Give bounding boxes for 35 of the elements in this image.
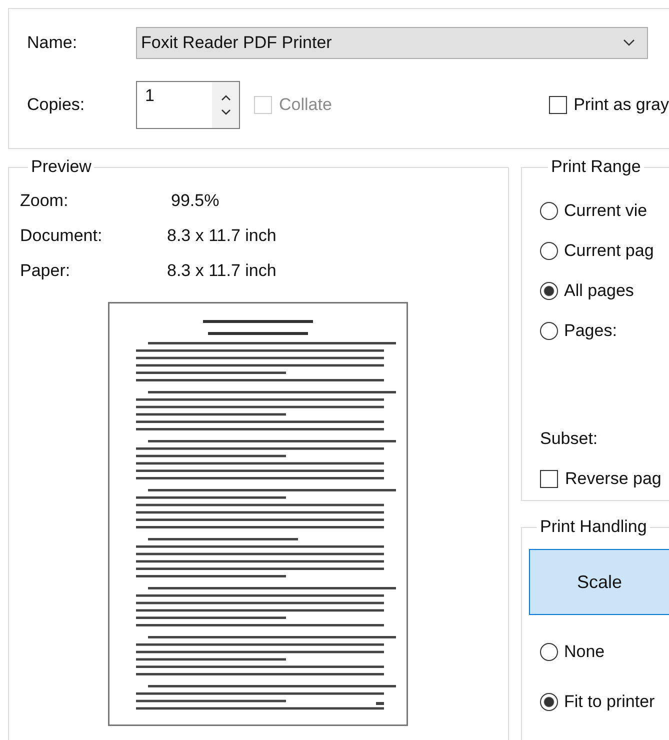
radio-label: All pages [564, 281, 634, 301]
radio-label: Fit to printer [564, 692, 655, 712]
radio-button[interactable] [540, 242, 558, 260]
copies-field[interactable]: 1 [136, 81, 240, 129]
radio-label: Pages: [564, 321, 617, 341]
copies-label: Copies: [27, 95, 86, 115]
radio-button[interactable] [540, 643, 558, 661]
radio-label: None [564, 642, 605, 662]
reverse-pages-checkbox[interactable] [540, 470, 558, 488]
name-label: Name: [27, 33, 78, 53]
group-title: Print Range [550, 157, 642, 177]
radio-label: Current pag [564, 241, 654, 261]
chevron-down-icon [623, 39, 635, 47]
radio-button[interactable] [540, 282, 558, 300]
info-label: Document: [20, 226, 104, 247]
info-value: 99.5% [171, 191, 220, 212]
info-value: 8.3 x 11.7 inch [167, 261, 276, 282]
monochrome-print-label: Print as gray [574, 95, 669, 115]
group-title: Preview [30, 157, 92, 177]
radio-button[interactable] [540, 322, 558, 340]
info-label: Zoom: [20, 191, 70, 212]
reverse-pages-label: Reverse pag [565, 469, 662, 489]
subset-label: Subset: [540, 429, 599, 449]
spin-down-icon[interactable] [220, 109, 230, 116]
info-label: Paper: [20, 261, 72, 282]
group-title: Print Handling [539, 517, 648, 537]
radio-label: Current vie [564, 201, 648, 221]
monochrome-print-checkbox[interactable] [548, 96, 567, 114]
spin-up-icon[interactable] [220, 94, 230, 101]
info-value: 8.3 x 11.7 inch [167, 226, 276, 247]
printer-dropdown[interactable]: Foxit Reader PDF Printer [136, 27, 648, 59]
radio-button[interactable] [540, 693, 558, 711]
collate-label: Collate [279, 95, 332, 115]
radio-button[interactable] [540, 202, 558, 220]
scale-tab[interactable]: Scale [529, 549, 669, 615]
